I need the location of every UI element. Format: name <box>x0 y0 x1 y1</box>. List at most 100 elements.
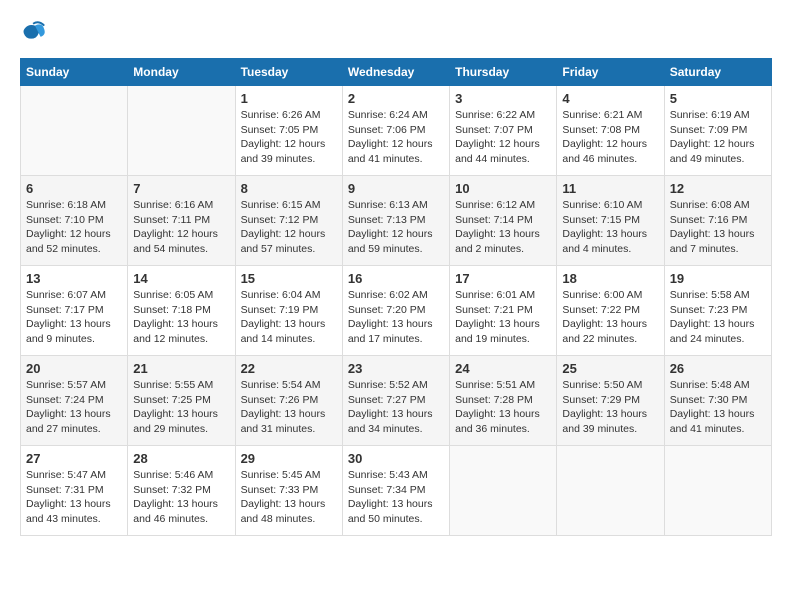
calendar-body: 1 Sunrise: 6:26 AM Sunset: 7:05 PM Dayli… <box>21 86 772 536</box>
day-number: 19 <box>670 271 766 286</box>
calendar-cell: 25 Sunrise: 5:50 AM Sunset: 7:29 PM Dayl… <box>557 356 664 446</box>
day-number: 18 <box>562 271 658 286</box>
day-info: Sunrise: 5:47 AM Sunset: 7:31 PM Dayligh… <box>26 468 122 527</box>
day-number: 22 <box>241 361 337 376</box>
header-day-sunday: Sunday <box>21 59 128 86</box>
day-info: Sunrise: 5:46 AM Sunset: 7:32 PM Dayligh… <box>133 468 229 527</box>
week-row-5: 27 Sunrise: 5:47 AM Sunset: 7:31 PM Dayl… <box>21 446 772 536</box>
day-info: Sunrise: 5:58 AM Sunset: 7:23 PM Dayligh… <box>670 288 766 347</box>
calendar-cell: 16 Sunrise: 6:02 AM Sunset: 7:20 PM Dayl… <box>342 266 449 356</box>
calendar-cell <box>557 446 664 536</box>
page-header <box>20 20 772 48</box>
calendar-cell: 2 Sunrise: 6:24 AM Sunset: 7:06 PM Dayli… <box>342 86 449 176</box>
header-day-thursday: Thursday <box>450 59 557 86</box>
calendar-cell <box>450 446 557 536</box>
calendar-cell: 15 Sunrise: 6:04 AM Sunset: 7:19 PM Dayl… <box>235 266 342 356</box>
calendar-cell: 14 Sunrise: 6:05 AM Sunset: 7:18 PM Dayl… <box>128 266 235 356</box>
day-info: Sunrise: 6:02 AM Sunset: 7:20 PM Dayligh… <box>348 288 444 347</box>
day-info: Sunrise: 6:00 AM Sunset: 7:22 PM Dayligh… <box>562 288 658 347</box>
calendar-cell: 29 Sunrise: 5:45 AM Sunset: 7:33 PM Dayl… <box>235 446 342 536</box>
calendar-cell: 10 Sunrise: 6:12 AM Sunset: 7:14 PM Dayl… <box>450 176 557 266</box>
day-number: 17 <box>455 271 551 286</box>
calendar-cell: 4 Sunrise: 6:21 AM Sunset: 7:08 PM Dayli… <box>557 86 664 176</box>
day-info: Sunrise: 6:16 AM Sunset: 7:11 PM Dayligh… <box>133 198 229 257</box>
day-info: Sunrise: 5:48 AM Sunset: 7:30 PM Dayligh… <box>670 378 766 437</box>
calendar-cell: 5 Sunrise: 6:19 AM Sunset: 7:09 PM Dayli… <box>664 86 771 176</box>
calendar-header: SundayMondayTuesdayWednesdayThursdayFrid… <box>21 59 772 86</box>
day-number: 27 <box>26 451 122 466</box>
day-number: 6 <box>26 181 122 196</box>
day-number: 4 <box>562 91 658 106</box>
day-info: Sunrise: 6:08 AM Sunset: 7:16 PM Dayligh… <box>670 198 766 257</box>
day-info: Sunrise: 6:13 AM Sunset: 7:13 PM Dayligh… <box>348 198 444 257</box>
calendar-cell <box>128 86 235 176</box>
day-number: 2 <box>348 91 444 106</box>
calendar-cell: 21 Sunrise: 5:55 AM Sunset: 7:25 PM Dayl… <box>128 356 235 446</box>
day-info: Sunrise: 6:01 AM Sunset: 7:21 PM Dayligh… <box>455 288 551 347</box>
calendar-cell: 27 Sunrise: 5:47 AM Sunset: 7:31 PM Dayl… <box>21 446 128 536</box>
calendar-cell: 20 Sunrise: 5:57 AM Sunset: 7:24 PM Dayl… <box>21 356 128 446</box>
header-day-monday: Monday <box>128 59 235 86</box>
logo <box>20 20 52 48</box>
header-day-wednesday: Wednesday <box>342 59 449 86</box>
calendar-cell: 11 Sunrise: 6:10 AM Sunset: 7:15 PM Dayl… <box>557 176 664 266</box>
day-number: 23 <box>348 361 444 376</box>
day-number: 30 <box>348 451 444 466</box>
week-row-1: 1 Sunrise: 6:26 AM Sunset: 7:05 PM Dayli… <box>21 86 772 176</box>
day-info: Sunrise: 5:45 AM Sunset: 7:33 PM Dayligh… <box>241 468 337 527</box>
day-number: 24 <box>455 361 551 376</box>
day-info: Sunrise: 5:51 AM Sunset: 7:28 PM Dayligh… <box>455 378 551 437</box>
day-info: Sunrise: 6:04 AM Sunset: 7:19 PM Dayligh… <box>241 288 337 347</box>
day-info: Sunrise: 5:57 AM Sunset: 7:24 PM Dayligh… <box>26 378 122 437</box>
day-info: Sunrise: 5:54 AM Sunset: 7:26 PM Dayligh… <box>241 378 337 437</box>
calendar-cell <box>664 446 771 536</box>
calendar-cell <box>21 86 128 176</box>
logo-icon <box>20 20 48 48</box>
calendar-cell: 19 Sunrise: 5:58 AM Sunset: 7:23 PM Dayl… <box>664 266 771 356</box>
day-info: Sunrise: 5:50 AM Sunset: 7:29 PM Dayligh… <box>562 378 658 437</box>
calendar-cell: 1 Sunrise: 6:26 AM Sunset: 7:05 PM Dayli… <box>235 86 342 176</box>
day-number: 16 <box>348 271 444 286</box>
day-info: Sunrise: 5:55 AM Sunset: 7:25 PM Dayligh… <box>133 378 229 437</box>
calendar-cell: 18 Sunrise: 6:00 AM Sunset: 7:22 PM Dayl… <box>557 266 664 356</box>
day-info: Sunrise: 6:10 AM Sunset: 7:15 PM Dayligh… <box>562 198 658 257</box>
day-info: Sunrise: 6:24 AM Sunset: 7:06 PM Dayligh… <box>348 108 444 167</box>
day-number: 29 <box>241 451 337 466</box>
calendar-cell: 24 Sunrise: 5:51 AM Sunset: 7:28 PM Dayl… <box>450 356 557 446</box>
day-number: 11 <box>562 181 658 196</box>
calendar-cell: 23 Sunrise: 5:52 AM Sunset: 7:27 PM Dayl… <box>342 356 449 446</box>
day-info: Sunrise: 6:21 AM Sunset: 7:08 PM Dayligh… <box>562 108 658 167</box>
header-day-saturday: Saturday <box>664 59 771 86</box>
calendar-cell: 30 Sunrise: 5:43 AM Sunset: 7:34 PM Dayl… <box>342 446 449 536</box>
day-info: Sunrise: 6:07 AM Sunset: 7:17 PM Dayligh… <box>26 288 122 347</box>
calendar-cell: 17 Sunrise: 6:01 AM Sunset: 7:21 PM Dayl… <box>450 266 557 356</box>
day-number: 13 <box>26 271 122 286</box>
day-number: 28 <box>133 451 229 466</box>
calendar-cell: 8 Sunrise: 6:15 AM Sunset: 7:12 PM Dayli… <box>235 176 342 266</box>
week-row-3: 13 Sunrise: 6:07 AM Sunset: 7:17 PM Dayl… <box>21 266 772 356</box>
day-number: 3 <box>455 91 551 106</box>
day-number: 21 <box>133 361 229 376</box>
calendar-cell: 28 Sunrise: 5:46 AM Sunset: 7:32 PM Dayl… <box>128 446 235 536</box>
day-number: 1 <box>241 91 337 106</box>
day-number: 8 <box>241 181 337 196</box>
calendar-cell: 13 Sunrise: 6:07 AM Sunset: 7:17 PM Dayl… <box>21 266 128 356</box>
day-info: Sunrise: 6:22 AM Sunset: 7:07 PM Dayligh… <box>455 108 551 167</box>
day-info: Sunrise: 6:26 AM Sunset: 7:05 PM Dayligh… <box>241 108 337 167</box>
day-number: 25 <box>562 361 658 376</box>
day-info: Sunrise: 6:19 AM Sunset: 7:09 PM Dayligh… <box>670 108 766 167</box>
week-row-2: 6 Sunrise: 6:18 AM Sunset: 7:10 PM Dayli… <box>21 176 772 266</box>
day-info: Sunrise: 6:05 AM Sunset: 7:18 PM Dayligh… <box>133 288 229 347</box>
calendar-table: SundayMondayTuesdayWednesdayThursdayFrid… <box>20 58 772 536</box>
day-number: 15 <box>241 271 337 286</box>
day-number: 5 <box>670 91 766 106</box>
calendar-cell: 26 Sunrise: 5:48 AM Sunset: 7:30 PM Dayl… <box>664 356 771 446</box>
week-row-4: 20 Sunrise: 5:57 AM Sunset: 7:24 PM Dayl… <box>21 356 772 446</box>
header-row: SundayMondayTuesdayWednesdayThursdayFrid… <box>21 59 772 86</box>
header-day-tuesday: Tuesday <box>235 59 342 86</box>
calendar-cell: 22 Sunrise: 5:54 AM Sunset: 7:26 PM Dayl… <box>235 356 342 446</box>
day-number: 10 <box>455 181 551 196</box>
day-info: Sunrise: 5:43 AM Sunset: 7:34 PM Dayligh… <box>348 468 444 527</box>
calendar-cell: 3 Sunrise: 6:22 AM Sunset: 7:07 PM Dayli… <box>450 86 557 176</box>
day-number: 12 <box>670 181 766 196</box>
